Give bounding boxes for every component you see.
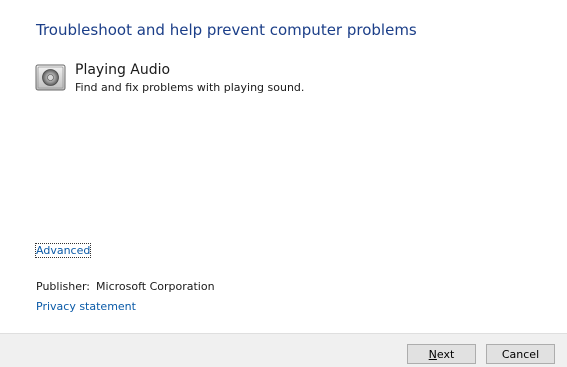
troubleshooter-description: Find and fix problems with playing sound… (75, 81, 305, 94)
next-button[interactable]: Next (407, 344, 476, 364)
page-title: Troubleshoot and help prevent computer p… (36, 21, 417, 39)
publisher-value: Microsoft Corporation (96, 280, 215, 293)
troubleshooter-window: Troubleshoot and help prevent computer p… (0, 0, 567, 367)
button-bar: Next Cancel (0, 333, 567, 367)
publisher-label: Publisher: (36, 280, 91, 293)
advanced-link[interactable]: Advanced (34, 243, 92, 258)
troubleshooter-item[interactable]: Playing Audio Find and fix problems with… (35, 62, 435, 96)
troubleshooter-name: Playing Audio (75, 62, 171, 78)
next-label: ext (436, 347, 455, 361)
privacy-statement-link[interactable]: Privacy statement (36, 300, 136, 313)
publisher-line: Publisher: Microsoft Corporation (36, 280, 215, 293)
speaker-icon (35, 64, 66, 91)
cancel-button[interactable]: Cancel (486, 344, 555, 364)
next-accelerator: N (428, 347, 437, 361)
